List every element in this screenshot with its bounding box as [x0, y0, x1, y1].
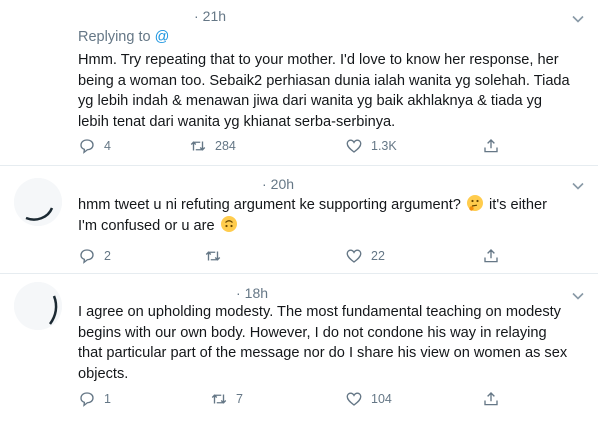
- tweet-2-line-2: I'm confused or u are: [78, 215, 578, 237]
- retweet-count: 284: [215, 139, 236, 153]
- chevron-down-icon[interactable]: [572, 180, 584, 192]
- retweet-button[interactable]: 7: [210, 389, 243, 409]
- tweet-1-line-2: being a woman too. Sebaik2 perhiasan dun…: [78, 72, 570, 89]
- share-icon: [484, 139, 498, 153]
- retweet-button[interactable]: 284: [189, 136, 236, 156]
- reply-icon: [80, 392, 94, 407]
- reply-button[interactable]: 2: [78, 246, 111, 266]
- tweet-3-line-1: I agree on upholding modesty. The most f…: [78, 304, 561, 320]
- reply-count: 2: [104, 249, 111, 263]
- tweet-1-actions: 4 284 1.3K: [78, 136, 578, 156]
- tweet-1[interactable]: · 21h Replying to @ Hmm. Try repeating th…: [0, 0, 598, 165]
- reply-button[interactable]: 4: [78, 136, 111, 156]
- reply-count: 1: [104, 392, 111, 406]
- share-button[interactable]: [482, 136, 500, 156]
- share-icon: [484, 249, 498, 263]
- separator-dot: ·: [262, 176, 267, 192]
- like-icon: [346, 249, 362, 263]
- tweet-3-time[interactable]: 18h: [245, 285, 268, 301]
- tweet-3[interactable]: · 18h I agree on upholding modesty. The m…: [0, 274, 598, 429]
- like-icon: [346, 392, 362, 406]
- tweet-2-time[interactable]: 20h: [271, 176, 294, 192]
- tweet-1-text: Hmm. Try repeating that to your mother. …: [78, 50, 578, 132]
- separator-dot: ·: [236, 285, 241, 301]
- like-button[interactable]: 22: [345, 246, 385, 266]
- tweet-1-line-1: Hmm. Try repeating that to your mother. …: [78, 52, 559, 68]
- tweet-3-header: · 18h: [232, 285, 268, 301]
- like-button[interactable]: 1.3K: [345, 136, 397, 156]
- tweet-3-line-3: that particular part of the message nor …: [78, 345, 568, 361]
- tweet-3-text: I agree on upholding modesty. The most f…: [78, 302, 578, 384]
- retweet-count: 7: [236, 392, 243, 406]
- thinking-face-emoji: [466, 195, 483, 211]
- avatar-image: [14, 282, 62, 330]
- tweet-2-line-1-tail: it's either: [489, 197, 547, 213]
- upside-down-face-emoji: [220, 215, 237, 232]
- reply-icon: [80, 139, 94, 154]
- replying-to-mention[interactable]: @: [155, 29, 170, 45]
- like-count: 1.3K: [371, 139, 397, 153]
- tweet-3-line-4: objects.: [78, 365, 129, 382]
- tweet-1-line-3: yg lebih indah & menawan jiwa dari wanit…: [78, 93, 543, 109]
- share-button[interactable]: [482, 246, 500, 266]
- tweet-3-line-2: begins with our own body. However, I do …: [78, 324, 547, 341]
- replying-to-label: Replying to: [78, 29, 151, 45]
- share-button[interactable]: [482, 389, 500, 409]
- chevron-down-icon[interactable]: [572, 13, 584, 25]
- avatar[interactable]: [14, 178, 62, 226]
- chevron-down-icon[interactable]: [572, 290, 584, 302]
- reply-icon: [80, 249, 94, 264]
- like-count: 22: [371, 249, 385, 263]
- tweet-2-line-1: hmm tweet u ni refuting argument ke supp…: [78, 195, 578, 216]
- tweet-2[interactable]: · 20h hmm tweet u ni refuting argument ke…: [0, 166, 598, 273]
- retweet-icon: [190, 141, 206, 151]
- replying-to: Replying to @: [78, 29, 169, 45]
- tweet-2-line-2-text: I'm confused or u are: [78, 217, 215, 234]
- retweet-icon: [211, 394, 227, 404]
- tweet-1-time[interactable]: 21h: [203, 8, 226, 24]
- tweet-2-line-1-text: hmm tweet u ni refuting argument ke supp…: [78, 197, 461, 213]
- reply-count: 4: [104, 139, 111, 153]
- tweet-2-actions: 2 22: [78, 246, 578, 266]
- tweet-2-text: hmm tweet u ni refuting argument ke supp…: [78, 195, 578, 236]
- retweet-icon: [205, 251, 221, 261]
- retweet-button[interactable]: [204, 246, 230, 266]
- share-icon: [484, 392, 498, 406]
- tweet-2-header: · 20h: [258, 176, 294, 192]
- like-count: 104: [371, 392, 392, 406]
- avatar[interactable]: [14, 282, 62, 330]
- tweet-1-line-4: lebih tenat dari wanita yg khianat serba…: [78, 113, 396, 130]
- tweet-1-header: · 21h: [190, 8, 226, 24]
- tweet-3-actions: 1 7 104: [78, 389, 578, 409]
- reply-button[interactable]: 1: [78, 389, 111, 409]
- like-button[interactable]: 104: [345, 389, 392, 409]
- avatar-image: [14, 178, 62, 226]
- separator-dot: ·: [194, 8, 199, 24]
- like-icon: [346, 139, 362, 153]
